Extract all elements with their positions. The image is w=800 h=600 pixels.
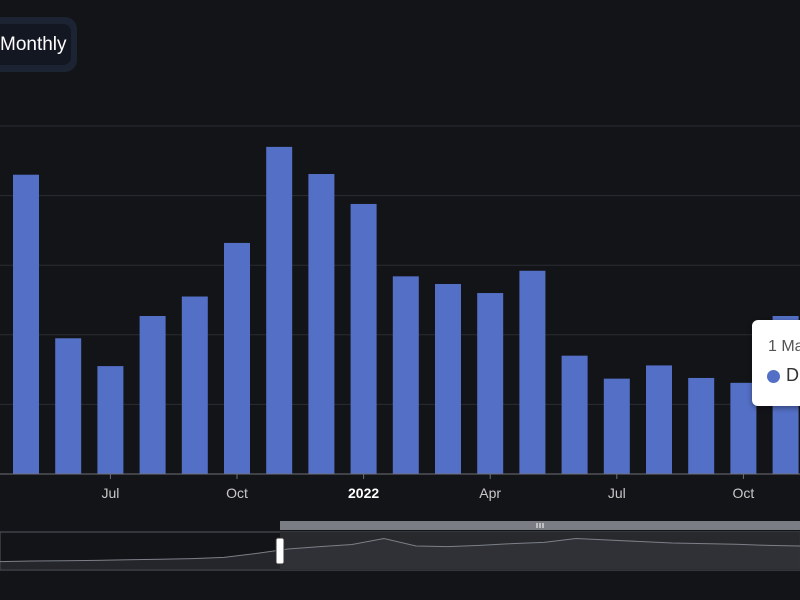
- bar[interactable]: [224, 242, 250, 474]
- x-tick-label: Oct: [226, 485, 248, 501]
- bar[interactable]: [139, 316, 166, 474]
- bar[interactable]: [13, 174, 39, 474]
- period-toggle: Monthly: [0, 17, 77, 72]
- slider-start-handle[interactable]: [275, 537, 285, 565]
- x-tick-label: Apr: [479, 485, 501, 501]
- bar[interactable]: [97, 366, 124, 474]
- bar[interactable]: [435, 283, 461, 474]
- zoom-slider[interactable]: [0, 521, 800, 571]
- x-tick-label: Jul: [101, 485, 119, 501]
- bar[interactable]: [519, 270, 546, 474]
- bar[interactable]: [477, 293, 504, 474]
- bar[interactable]: [181, 296, 208, 474]
- bar[interactable]: [350, 203, 377, 474]
- tooltip: 1 Ma D: [752, 320, 800, 406]
- x-tick-label: Jul: [608, 485, 626, 501]
- bar[interactable]: [561, 355, 588, 474]
- bar[interactable]: [266, 146, 293, 474]
- bar[interactable]: [688, 377, 715, 474]
- bar[interactable]: [646, 365, 672, 474]
- bar[interactable]: [603, 378, 630, 474]
- x-tick-label: 2022: [348, 485, 379, 501]
- x-tick-label: Oct: [733, 485, 755, 501]
- bar-chart: Jul Oct 2022 Apr Jul Oct: [0, 125, 800, 571]
- tooltip-date: 1 Ma: [768, 338, 800, 355]
- series-dot-icon: [767, 370, 780, 383]
- tooltip-series-name: D: [786, 365, 799, 385]
- bar[interactable]: [55, 338, 82, 474]
- bar[interactable]: [308, 174, 335, 475]
- x-axis: Jul Oct 2022 Apr Jul Oct: [0, 473, 800, 501]
- bar[interactable]: [392, 276, 419, 474]
- monthly-button[interactable]: Monthly: [0, 24, 71, 65]
